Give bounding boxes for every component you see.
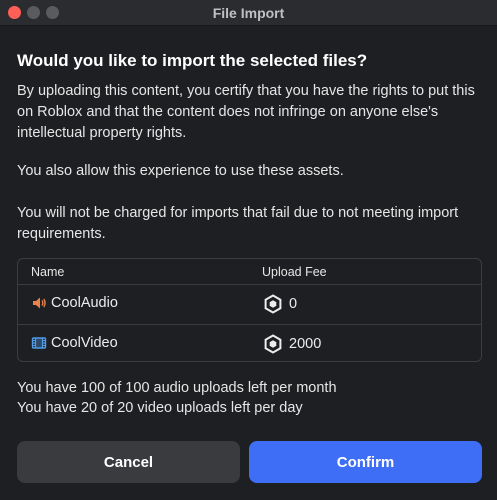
audio-quota-text: You have 100 of 100 audio uploads left p… — [17, 380, 337, 396]
file-import-window: File Import Would you like to import the… — [0, 0, 497, 500]
window-title: File Import — [212, 5, 285, 21]
upload-fee-cell: 2000 — [263, 334, 321, 354]
dialog-heading: Would you like to import the selected fi… — [17, 51, 368, 70]
file-name: CoolVideo — [51, 335, 118, 351]
file-name: CoolAudio — [51, 295, 118, 311]
confirm-button[interactable]: Confirm — [249, 441, 482, 483]
files-table: Name Upload Fee CoolAudio 0 CoolVideo 20… — [17, 258, 482, 362]
experience-paragraph: You also allow this experience to use th… — [17, 163, 344, 179]
upload-fee-value: 2000 — [289, 336, 322, 352]
cancel-button[interactable]: Cancel — [17, 441, 240, 483]
audio-icon — [33, 297, 46, 309]
fee-column-header: Upload Fee — [262, 265, 327, 279]
name-column-header: Name — [31, 265, 65, 279]
rights-paragraph: By uploading this content, you certify t… — [17, 83, 475, 141]
robux-icon — [264, 334, 282, 354]
charges-paragraph: You will not be charged for imports that… — [17, 205, 459, 242]
table-row: CoolVideo 2000 — [18, 324, 481, 361]
robux-icon — [264, 294, 282, 314]
upload-fee-value: 0 — [289, 296, 298, 312]
title-bar: File Import — [0, 0, 497, 26]
table-row: CoolAudio 0 — [18, 285, 481, 324]
video-quota-text: You have 20 of 20 video uploads left per… — [17, 400, 303, 416]
upload-fee-cell: 0 — [263, 294, 297, 314]
table-header: Name Upload Fee — [18, 259, 481, 285]
file-name-cell: CoolVideo — [31, 335, 118, 351]
video-icon — [31, 337, 47, 349]
file-name-cell: CoolAudio — [31, 295, 118, 311]
